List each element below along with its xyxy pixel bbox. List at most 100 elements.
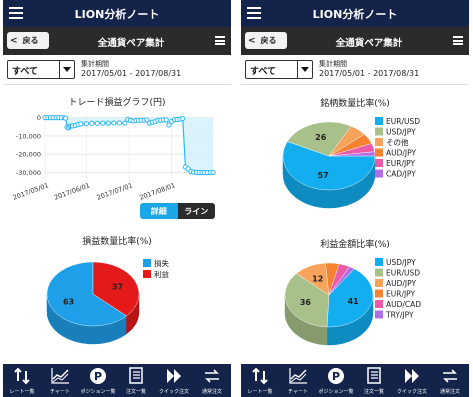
period-label: 集計期間 — [81, 60, 109, 68]
data-point — [111, 120, 117, 126]
profit-amount-pie-chart: 41 36 12 USD/JPY EUR/USDAUD/JPY EUR/JPYAUD/CA… — [284, 258, 421, 346]
legend-swatch — [375, 279, 383, 287]
tab-label: 注文一覧 — [125, 389, 146, 395]
data-point — [94, 120, 100, 126]
legend-swatch — [375, 117, 383, 125]
legend-entry: EUR/USD — [386, 269, 420, 278]
legend-swatch — [375, 159, 383, 167]
hamburger-icon[interactable] — [215, 36, 225, 45]
data-point — [105, 120, 111, 126]
tab-label: 注文一覧 — [363, 389, 384, 395]
line-toggle-button[interactable]: ライン — [177, 203, 215, 219]
period-value: 2017/05/01 - 2017/08/31 — [319, 69, 420, 78]
legend-swatch — [375, 268, 383, 277]
back-button[interactable]: < 戻る — [7, 32, 49, 49]
legend-swatch — [375, 127, 383, 136]
legend-swatch — [375, 289, 383, 298]
data-label: 57 — [318, 171, 329, 180]
x-tick-label: 2017/06/01 — [53, 181, 91, 201]
y-tick-label: -10,000 — [16, 132, 41, 140]
pie-chart-title: 利益金額比率(%) — [320, 240, 390, 250]
select-value: すべて — [250, 67, 277, 77]
bottom-tab-bar: レート一覧 チャート P ポジション一覧 注文一覧 クイック注文 通常注文 — [3, 364, 231, 397]
hamburger-icon[interactable] — [453, 36, 463, 45]
legend-swatch — [375, 148, 383, 157]
rate-list-icon — [14, 367, 30, 385]
data-label: 63 — [63, 297, 74, 306]
rate-list-icon — [252, 367, 268, 385]
dropdown-arrow-icon — [59, 61, 74, 78]
pnl-count-pie-chart: 63 37 損失利益 — [46, 258, 169, 345]
back-button[interactable]: < 戻る — [245, 32, 287, 49]
currency-pair-select[interactable]: すべて — [245, 60, 313, 79]
tab-label: 通常注文 — [201, 389, 222, 395]
tab-position-list[interactable]: P ポジション一覧 — [79, 364, 117, 397]
y-tick-label: 0 — [37, 114, 41, 122]
tab-chart[interactable]: チャート — [279, 364, 317, 397]
tab-chart[interactable]: チャート — [41, 364, 79, 397]
period-label: 集計期間 — [319, 60, 347, 68]
tab-rate-list[interactable]: レート一覧 — [241, 364, 279, 397]
legend-entry: 損失 — [154, 258, 169, 268]
page-title: 全通貨ペア集計 — [97, 38, 165, 49]
tab-position-list[interactable]: P ポジション一覧 — [317, 364, 355, 397]
pie-chart-title: 損益数量比率(%) — [82, 237, 152, 247]
tab-label: クイック注文 — [158, 389, 189, 395]
legend-entry: AUD/CAD — [386, 300, 421, 309]
data-point — [78, 121, 84, 127]
data-label: 41 — [348, 297, 360, 306]
tab-label: レート一覧 — [247, 389, 273, 395]
tab-quick-order[interactable]: クイック注文 — [393, 364, 431, 397]
currency-pair-select[interactable]: すべて — [7, 60, 75, 79]
data-point — [163, 117, 169, 123]
back-button-label: 戻る — [260, 36, 277, 45]
nav-bar: < 戻る 全通貨ペア集計 — [3, 27, 231, 55]
x-tick-label: 2017/05/01 — [12, 181, 50, 201]
app-header: LION分析ノート — [3, 0, 231, 27]
app-title: LION分析ノート — [312, 8, 398, 21]
detail-toggle-button[interactable]: 詳細 — [140, 203, 178, 219]
x-tick-label: 2017/07/01 — [96, 181, 134, 201]
legend-swatch — [375, 310, 383, 319]
legend-entry: AUD/JPY — [386, 279, 416, 288]
data-point — [180, 115, 186, 122]
tab-normal-order[interactable]: 通常注文 — [193, 364, 231, 397]
app-header: LION分析ノート — [241, 0, 469, 27]
data-point — [89, 120, 95, 126]
legend-swatch — [375, 169, 383, 178]
legend-swatch — [375, 258, 383, 266]
data-label: 36 — [300, 298, 312, 307]
tab-order-list[interactable]: 注文一覧 — [117, 364, 155, 397]
dropdown-arrow-icon — [297, 61, 312, 78]
data-point — [116, 120, 122, 126]
chart-icon — [51, 368, 69, 384]
order-list-icon — [367, 367, 381, 384]
view-toggle: 詳細 ライン — [140, 203, 215, 219]
legend-entry: その他 — [386, 137, 409, 147]
data-point — [83, 121, 89, 127]
tab-quick-order[interactable]: クイック注文 — [155, 364, 193, 397]
data-label: 26 — [315, 133, 327, 142]
filter-bar: すべて 集計期間 2017/05/01 - 2017/08/31 — [241, 55, 469, 85]
chevron-left-icon: < — [10, 35, 18, 46]
position-list-icon: P — [90, 368, 106, 384]
legend-entry: CAD/JPY — [386, 170, 416, 179]
chevron-left-icon: < — [248, 35, 256, 46]
app-title: LION分析ノート — [74, 8, 160, 21]
quick-order-icon — [167, 369, 181, 383]
tab-rate-list[interactable]: レート一覧 — [3, 364, 41, 397]
tab-label: チャート — [288, 389, 308, 395]
back-button-label: 戻る — [22, 36, 39, 45]
tab-normal-order[interactable]: 通常注文 — [431, 364, 469, 397]
data-label: 37 — [112, 283, 123, 292]
normal-order-icon — [205, 369, 219, 383]
tab-order-list[interactable]: 注文一覧 — [355, 364, 393, 397]
filter-bar: すべて 集計期間 2017/05/01 - 2017/08/31 — [3, 55, 231, 85]
nav-bar: < 戻る 全通貨ペア集計 — [241, 27, 469, 55]
quick-order-icon — [405, 369, 419, 383]
chart-icon — [289, 368, 307, 384]
legend-entry: TRY/JPY — [385, 311, 414, 320]
period-value: 2017/05/01 - 2017/08/31 — [81, 69, 182, 78]
position-list-icon: P — [328, 368, 344, 384]
line-chart-title: トレード損益グラフ(円) — [68, 98, 166, 108]
